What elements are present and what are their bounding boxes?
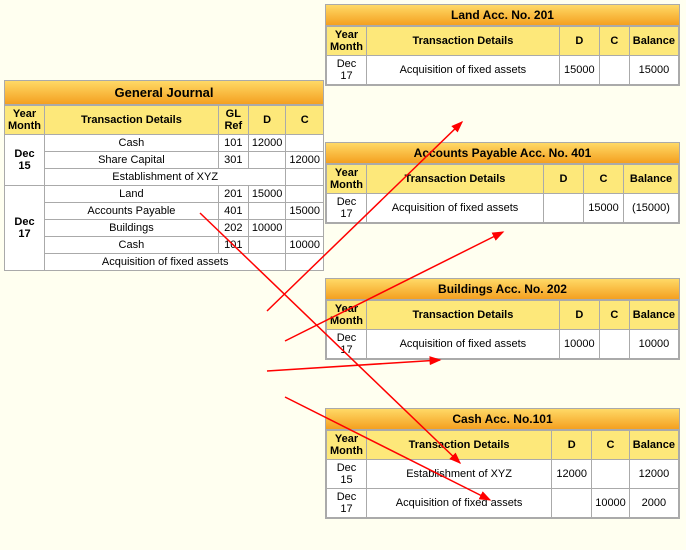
ap-row-balance: (15000): [624, 194, 679, 223]
cash-row1-d: 12000: [552, 460, 592, 489]
row-establishment-c: [286, 169, 324, 186]
cash-td-header: Transaction Details: [366, 431, 551, 460]
cash-row2-details: Acquisition of fixed assets: [366, 489, 551, 518]
bld-row-details: Acquisition of fixed assets: [366, 330, 559, 359]
row-sharecapital-d: [248, 152, 286, 169]
ap-row-d: [544, 194, 584, 223]
row-buildings-d: 10000: [248, 220, 286, 237]
d-header: D: [248, 106, 286, 135]
ap-account: Accounts Payable Acc. No. 401 YearMonth …: [325, 142, 680, 224]
cash-account-title: Cash Acc. No.101: [326, 409, 679, 430]
row-cash-d: 12000: [248, 135, 286, 152]
land-d-header: D: [559, 27, 599, 56]
row-buildings-glref: 202: [218, 220, 248, 237]
cash-c-header: C: [592, 431, 630, 460]
arrow-buildings: [267, 360, 440, 371]
ap-balance-header: Balance: [624, 165, 679, 194]
row-cash2-details: Cash: [44, 237, 218, 254]
ap-row-details: Acquisition of fixed assets: [366, 194, 543, 223]
cash-row2-d: [552, 489, 592, 518]
general-journal: General Journal YearMonth Transaction De…: [4, 80, 324, 271]
cash-row1-c: [592, 460, 630, 489]
ap-year-header: YearMonth: [327, 165, 367, 194]
row-sharecapital-c: 12000: [286, 152, 324, 169]
bld-year-header: YearMonth: [327, 301, 367, 330]
row-land-glref: 201: [218, 186, 248, 203]
year-header: YearMonth: [5, 106, 45, 135]
land-td-header: Transaction Details: [366, 27, 559, 56]
cash-row2-balance: 2000: [629, 489, 678, 518]
cash-account: Cash Acc. No.101 YearMonth Transaction D…: [325, 408, 680, 519]
row-sharecapital-details: Share Capital: [44, 152, 218, 169]
row-establishment-details: Establishment of XYZ: [44, 169, 285, 186]
cash-d-header: D: [552, 431, 592, 460]
bld-row-ym: Dec17: [327, 330, 367, 359]
row-cash2-d: [248, 237, 286, 254]
ap-account-title: Accounts Payable Acc. No. 401: [326, 143, 679, 164]
row-ap-glref: 401: [218, 203, 248, 220]
buildings-account-title: Buildings Acc. No. 202: [326, 279, 679, 300]
row-sharecapital-glref: 301: [218, 152, 248, 169]
ap-row-c: 15000: [584, 194, 624, 223]
land-row-d: 15000: [559, 56, 599, 85]
buildings-account-table: YearMonth Transaction Details D C Balanc…: [326, 300, 679, 359]
bld-c-header: C: [599, 301, 629, 330]
land-account: Land Acc. No. 201 YearMonth Transaction …: [325, 4, 680, 86]
row-cash2-glref: 101: [218, 237, 248, 254]
bld-row-balance: 10000: [629, 330, 678, 359]
row-buildings-c: [286, 220, 324, 237]
row-dec17-yearmonth: Dec17: [5, 186, 45, 271]
glref-header: GL Ref: [218, 106, 248, 135]
row-cash-glref: 101: [218, 135, 248, 152]
cash-year-header: YearMonth: [327, 431, 367, 460]
row-land-c: [286, 186, 324, 203]
cash-row1-balance: 12000: [629, 460, 678, 489]
row-buildings-details: Buildings: [44, 220, 218, 237]
c-header: C: [286, 106, 324, 135]
row-acquisition-details: Acquisition of fixed assets: [44, 254, 285, 271]
land-balance-header: Balance: [629, 27, 678, 56]
land-c-header: C: [599, 27, 629, 56]
ap-row-ym: Dec17: [327, 194, 367, 223]
land-row-ym: Dec17: [327, 56, 367, 85]
bld-d-header: D: [559, 301, 599, 330]
row-acquisition-c: [286, 254, 324, 271]
cash-row1-details: Establishment of XYZ: [366, 460, 551, 489]
cash-balance-header: Balance: [629, 431, 678, 460]
row-ap-d: [248, 203, 286, 220]
ap-d-header: D: [544, 165, 584, 194]
cash-account-table: YearMonth Transaction Details D C Balanc…: [326, 430, 679, 518]
row-dec15-yearmonth: Dec15: [5, 135, 45, 186]
bld-balance-header: Balance: [629, 301, 678, 330]
land-account-table: YearMonth Transaction Details D C Balanc…: [326, 26, 679, 85]
row-ap-details: Accounts Payable: [44, 203, 218, 220]
row-cash2-c: 10000: [286, 237, 324, 254]
land-row-details: Acquisition of fixed assets: [366, 56, 559, 85]
cash-row2-ym: Dec17: [327, 489, 367, 518]
ap-account-table: YearMonth Transaction Details D C Balanc…: [326, 164, 679, 223]
general-journal-title: General Journal: [4, 80, 324, 105]
bld-td-header: Transaction Details: [366, 301, 559, 330]
land-account-title: Land Acc. No. 201: [326, 5, 679, 26]
row-land-d: 15000: [248, 186, 286, 203]
land-year-header: YearMonth: [327, 27, 367, 56]
row-ap-c: 15000: [286, 203, 324, 220]
ap-c-header: C: [584, 165, 624, 194]
land-row-balance: 15000: [629, 56, 678, 85]
ap-td-header: Transaction Details: [366, 165, 543, 194]
row-cash-c: [286, 135, 324, 152]
general-journal-table: YearMonth Transaction Details GL Ref D C…: [4, 105, 324, 271]
row-cash-details: Cash: [44, 135, 218, 152]
bld-row-d: 10000: [559, 330, 599, 359]
land-row-c: [599, 56, 629, 85]
transaction-header: Transaction Details: [44, 106, 218, 135]
cash-row2-c: 10000: [592, 489, 630, 518]
buildings-account: Buildings Acc. No. 202 YearMonth Transac…: [325, 278, 680, 360]
row-land-details: Land: [44, 186, 218, 203]
bld-row-c: [599, 330, 629, 359]
cash-row1-ym: Dec15: [327, 460, 367, 489]
